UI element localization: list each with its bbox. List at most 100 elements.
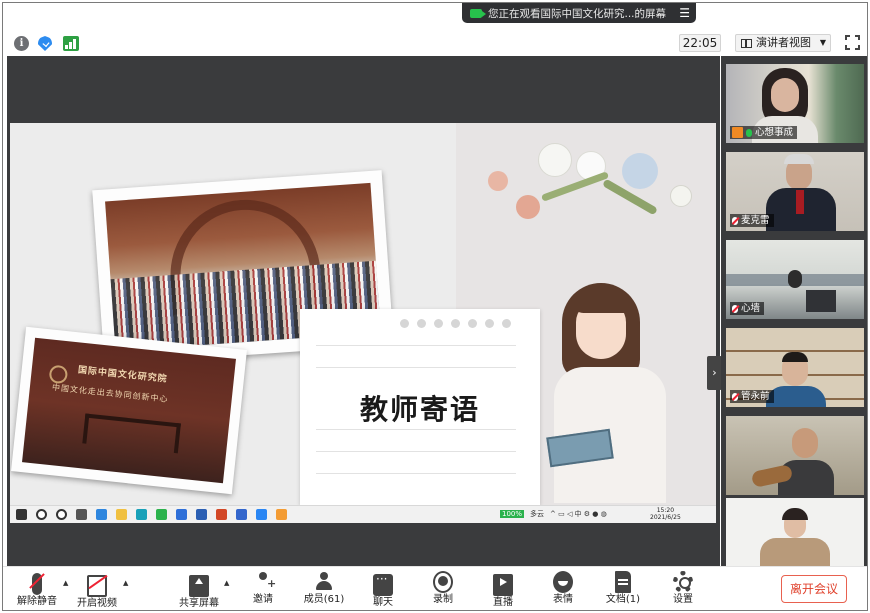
share-screen-button[interactable]: 共享屏幕	[175, 571, 223, 610]
participant-name: 心墙	[741, 303, 761, 314]
building-sign-main: 国际中国文化研究院	[77, 365, 168, 385]
meeting-info-bar: i 22:05 演讲者视图 ▼	[3, 27, 867, 57]
emoji-icon	[553, 571, 573, 593]
participant-tile[interactable]	[726, 416, 864, 495]
video-camera-icon	[470, 8, 486, 18]
documents-label: 文档(1)	[605, 594, 641, 605]
app-green-icon[interactable]	[156, 509, 167, 520]
members-button[interactable]: 成员(61)	[301, 571, 347, 610]
settings-button[interactable]: 设置	[663, 571, 703, 610]
start-video-button[interactable]: 开启视频	[73, 571, 121, 610]
ie-browser-icon[interactable]	[96, 509, 107, 520]
building-photo: 国际中国文化研究院 中国文化走出去协同创新中心	[11, 326, 247, 495]
live-stream-icon	[493, 574, 513, 596]
app-orange-icon[interactable]	[276, 509, 287, 520]
taskbar-clock: 15:20 2021/6/25	[650, 507, 681, 521]
sharing-banner[interactable]: 您正在观看国际中国文化研究...的屏幕 ☰	[462, 3, 696, 23]
invite-button[interactable]: 邀请	[243, 571, 283, 610]
participant-name-tag: 麦克雷	[730, 214, 774, 227]
participant-name-tag: 管永前	[730, 390, 774, 403]
folder-icon[interactable]	[116, 509, 127, 520]
participant-tile[interactable]: 管永前	[726, 328, 864, 407]
participant-name: 麦克雷	[741, 215, 770, 226]
security-shield-icon[interactable]	[38, 36, 52, 51]
unmute-label: 解除静音	[17, 596, 57, 607]
emblem-icon	[48, 364, 69, 385]
participant-name-tag: 心想事成	[730, 126, 798, 139]
reading-girl-illustration	[544, 283, 680, 503]
flower-decoration	[480, 123, 710, 253]
tencent-meeting-icon[interactable]	[256, 509, 267, 520]
record-icon	[433, 571, 453, 593]
grid-view-icon	[741, 38, 752, 48]
chat-icon	[373, 572, 393, 596]
presentation-slide: 国际中国文化研究院 中国文化走出去协同创新中心 教师寄语	[10, 123, 716, 505]
settings-label: 设置	[673, 594, 693, 605]
mail-icon[interactable]	[176, 509, 187, 520]
taskbar-time: 15:20	[656, 507, 675, 514]
meeting-timer: 22:05	[679, 34, 721, 52]
leave-meeting-button[interactable]: 离开会议	[781, 575, 847, 603]
building-photo-image: 国际中国文化研究院 中国文化走出去协同创新中心	[22, 337, 236, 484]
gear-icon	[673, 571, 693, 593]
video-off-icon	[87, 575, 107, 597]
network-signal-icon[interactable]	[63, 36, 79, 51]
record-button[interactable]: 录制	[423, 571, 463, 610]
invite-label: 邀请	[253, 594, 273, 605]
windows-start-icon[interactable]	[16, 509, 27, 520]
tray-icons: ^ ▭ ◁ 中 ⚙ ● ◍	[550, 510, 607, 518]
view-mode-dropdown[interactable]: 演讲者视图 ▼	[735, 34, 831, 52]
participant-tile[interactable]: 麦克雷	[726, 152, 864, 231]
record-label: 录制	[433, 594, 453, 605]
members-label: 成员(61)	[303, 594, 345, 605]
share-options-caret-icon[interactable]: ▲	[224, 579, 229, 587]
chat-button[interactable]: 聊天	[363, 571, 403, 610]
menu-lines-icon[interactable]: ☰	[679, 6, 690, 20]
reactions-button[interactable]: 表情	[543, 571, 583, 610]
chevron-down-icon: ▼	[819, 38, 826, 47]
microphone-muted-icon	[32, 573, 42, 595]
participant-gallery: 心想事成 麦克雷 心墙 管永前	[721, 56, 867, 566]
participant-tile[interactable]: 心墙	[726, 240, 864, 319]
slide-title: 教师寄语	[359, 393, 480, 426]
members-icon	[314, 571, 334, 593]
participant-name: 管永前	[741, 391, 770, 402]
microphone-muted-icon	[732, 216, 738, 225]
taskbar-date: 2021/6/25	[650, 514, 681, 521]
live-stream-button[interactable]: 直播	[483, 571, 523, 610]
audio-options-caret-icon[interactable]: ▲	[63, 579, 68, 587]
participant-tile[interactable]: 心想事成	[726, 64, 864, 143]
documents-button[interactable]: 文档(1)	[601, 571, 645, 610]
building-sign-sub: 中国文化走出去协同创新中心	[51, 382, 169, 405]
meeting-window: 您正在观看国际中国文化研究...的屏幕 ☰ i 22:05 演讲者视图 ▼ 国际…	[2, 2, 868, 611]
participant-tile[interactable]	[726, 498, 864, 566]
word-icon[interactable]	[196, 509, 207, 520]
microphone-muted-icon	[732, 304, 738, 313]
collapse-panel-toggle[interactable]: ›	[707, 356, 722, 390]
weather-indicator: 多云	[530, 510, 545, 518]
search-icon[interactable]	[36, 509, 47, 520]
fullscreen-icon[interactable]	[845, 35, 860, 50]
video-options-caret-icon[interactable]: ▲	[123, 579, 128, 587]
microphone-icon	[746, 128, 752, 137]
participant-name: 心想事成	[755, 127, 794, 138]
share-screen-label: 共享屏幕	[179, 598, 219, 609]
microphone-muted-icon	[732, 392, 738, 401]
taskbar-apps	[16, 509, 287, 520]
edge-browser-icon[interactable]	[136, 509, 147, 520]
app-blue-icon[interactable]	[236, 509, 247, 520]
shared-screen[interactable]: 国际中国文化研究院 中国文化走出去协同创新中心 教师寄语 100% 多云 ^ ▭…	[7, 56, 722, 566]
battery-indicator: 100%	[500, 510, 525, 518]
windows-taskbar: 100% 多云 ^ ▭ ◁ 中 ⚙ ● ◍ 15:20 2021/6/25	[10, 505, 716, 523]
participant-video	[726, 416, 864, 495]
system-tray: 100% 多云 ^ ▭ ◁ 中 ⚙ ● ◍	[500, 509, 607, 519]
chat-label: 聊天	[373, 597, 393, 608]
task-view-icon[interactable]	[56, 509, 67, 520]
powerpoint-icon[interactable]	[216, 509, 227, 520]
unmute-button[interactable]: 解除静音	[13, 571, 61, 610]
live-stream-label: 直播	[493, 597, 513, 608]
info-icon[interactable]: i	[14, 36, 29, 51]
view-mode-label: 演讲者视图	[756, 36, 811, 49]
widgets-icon[interactable]	[76, 509, 87, 520]
add-person-icon	[253, 571, 276, 593]
